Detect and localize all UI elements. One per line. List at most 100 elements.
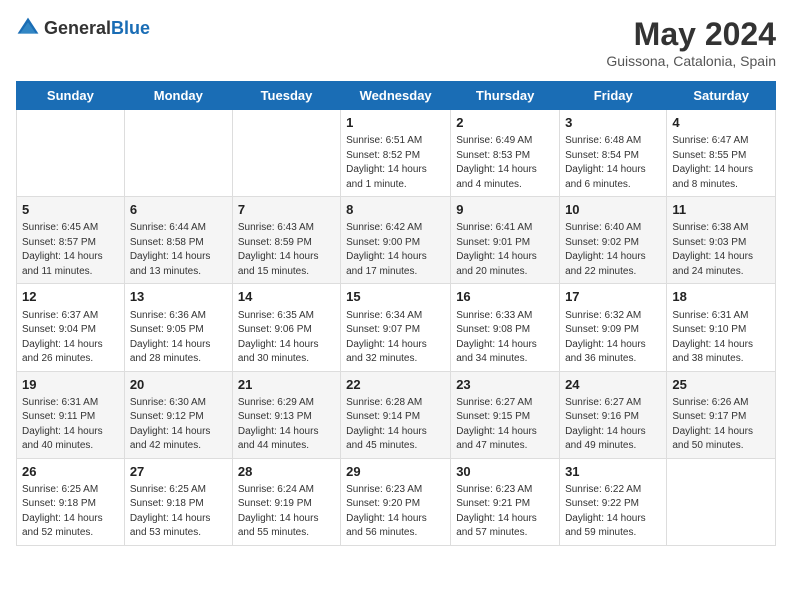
day-info: Sunrise: 6:23 AM Sunset: 9:20 PM Dayligh…	[346, 483, 445, 541]
calendar-week-row: 1 Sunrise: 6:51 AM Sunset: 8:52 PM Daylig…	[17, 110, 776, 197]
day-number: 13	[130, 288, 227, 306]
location-subtitle: Guissona, Catalonia, Spain	[606, 53, 776, 69]
calendar-cell: 24 Sunrise: 6:27 AM Sunset: 9:16 PM Dayli…	[560, 371, 667, 458]
calendar-cell: 21Sunrise: 6:29 AM Sunset: 9:13 PM Dayli…	[232, 371, 340, 458]
title-block: May 2024 Guissona, Catalonia, Spain	[606, 16, 776, 69]
page-header: GeneralBlue May 2024 Guissona, Catalonia…	[16, 16, 776, 69]
day-number: 30	[456, 463, 554, 481]
day-number: 29	[346, 463, 445, 481]
day-info: Sunrise: 6:35 AM Sunset: 9:06 PM Dayligh…	[238, 309, 335, 367]
calendar-cell: 17 Sunrise: 6:32 AM Sunset: 9:09 PM Dayli…	[560, 284, 667, 371]
day-info: Sunrise: 6:49 AM Sunset: 8:53 PM Dayligh…	[456, 134, 554, 192]
day-info: Sunrise: 6:51 AM Sunset: 8:52 PM Dayligh…	[346, 134, 445, 192]
day-number: 25	[672, 376, 770, 394]
calendar-cell: 23 Sunrise: 6:27 AM Sunset: 9:15 PM Dayli…	[451, 371, 560, 458]
day-number: 17	[565, 288, 661, 306]
calendar-cell: 2 Sunrise: 6:49 AM Sunset: 8:53 PM Daylig…	[451, 110, 560, 197]
day-number: 19	[22, 376, 119, 394]
day-info: Sunrise: 6:26 AM Sunset: 9:17 PM Dayligh…	[672, 396, 770, 454]
day-number: 8	[346, 201, 445, 219]
day-info: Sunrise: 6:42 AM Sunset: 9:00 PM Dayligh…	[346, 221, 445, 279]
day-number: 31	[565, 463, 661, 481]
day-info: Sunrise: 6:44 AM Sunset: 8:58 PM Dayligh…	[130, 221, 227, 279]
day-number: 15	[346, 288, 445, 306]
calendar-cell: 13Sunrise: 6:36 AM Sunset: 9:05 PM Dayli…	[124, 284, 232, 371]
day-number: 24	[565, 376, 661, 394]
day-info: Sunrise: 6:48 AM Sunset: 8:54 PM Dayligh…	[565, 134, 661, 192]
day-number: 11	[672, 201, 770, 219]
calendar-cell: 4 Sunrise: 6:47 AM Sunset: 8:55 PM Daylig…	[667, 110, 776, 197]
calendar-week-row: 19 Sunrise: 6:31 AM Sunset: 9:11 PM Dayli…	[17, 371, 776, 458]
calendar-cell: 8 Sunrise: 6:42 AM Sunset: 9:00 PM Daylig…	[341, 197, 451, 284]
logo: GeneralBlue	[16, 16, 150, 40]
calendar-cell: 18 Sunrise: 6:31 AM Sunset: 9:10 PM Dayli…	[667, 284, 776, 371]
calendar-cell: 12Sunrise: 6:37 AM Sunset: 9:04 PM Dayli…	[17, 284, 125, 371]
calendar-cell: 31 Sunrise: 6:22 AM Sunset: 9:22 PM Dayli…	[560, 458, 667, 545]
calendar-cell	[667, 458, 776, 545]
month-year-title: May 2024	[606, 16, 776, 53]
day-number: 9	[456, 201, 554, 219]
day-of-week-header: Monday	[124, 82, 232, 110]
calendar-cell: 30 Sunrise: 6:23 AM Sunset: 9:21 PM Dayli…	[451, 458, 560, 545]
day-info: Sunrise: 6:47 AM Sunset: 8:55 PM Dayligh…	[672, 134, 770, 192]
day-info: Sunrise: 6:31 AM Sunset: 9:10 PM Dayligh…	[672, 309, 770, 367]
calendar-week-row: 12Sunrise: 6:37 AM Sunset: 9:04 PM Dayli…	[17, 284, 776, 371]
day-info: Sunrise: 6:34 AM Sunset: 9:07 PM Dayligh…	[346, 309, 445, 367]
calendar-cell: 28 Sunrise: 6:24 AM Sunset: 9:19 PM Dayli…	[232, 458, 340, 545]
calendar-cell: 9Sunrise: 6:41 AM Sunset: 9:01 PM Daylig…	[451, 197, 560, 284]
day-number: 18	[672, 288, 770, 306]
day-number: 16	[456, 288, 554, 306]
day-of-week-header: Sunday	[17, 82, 125, 110]
day-info: Sunrise: 6:45 AM Sunset: 8:57 PM Dayligh…	[22, 221, 119, 279]
calendar-cell: 6 Sunrise: 6:44 AM Sunset: 8:58 PM Daylig…	[124, 197, 232, 284]
day-of-week-header: Friday	[560, 82, 667, 110]
calendar-cell: 14 Sunrise: 6:35 AM Sunset: 9:06 PM Dayli…	[232, 284, 340, 371]
day-of-week-header: Saturday	[667, 82, 776, 110]
calendar-cell: 11 Sunrise: 6:38 AM Sunset: 9:03 PM Dayli…	[667, 197, 776, 284]
calendar-cell: 3 Sunrise: 6:48 AM Sunset: 8:54 PM Daylig…	[560, 110, 667, 197]
calendar-cell: 25 Sunrise: 6:26 AM Sunset: 9:17 PM Dayli…	[667, 371, 776, 458]
day-number: 2	[456, 114, 554, 132]
calendar-cell	[124, 110, 232, 197]
day-info: Sunrise: 6:30 AM Sunset: 9:12 PM Dayligh…	[130, 396, 227, 454]
calendar-cell: 19 Sunrise: 6:31 AM Sunset: 9:11 PM Dayli…	[17, 371, 125, 458]
day-number: 4	[672, 114, 770, 132]
calendar-cell: 7 Sunrise: 6:43 AM Sunset: 8:59 PM Daylig…	[232, 197, 340, 284]
day-info: Sunrise: 6:22 AM Sunset: 9:22 PM Dayligh…	[565, 483, 661, 541]
calendar-cell: 26Sunrise: 6:25 AM Sunset: 9:18 PM Dayli…	[17, 458, 125, 545]
day-info: Sunrise: 6:24 AM Sunset: 9:19 PM Dayligh…	[238, 483, 335, 541]
calendar-cell: 27Sunrise: 6:25 AM Sunset: 9:18 PM Dayli…	[124, 458, 232, 545]
calendar-week-row: 5 Sunrise: 6:45 AM Sunset: 8:57 PM Daylig…	[17, 197, 776, 284]
day-number: 21	[238, 376, 335, 394]
day-number: 7	[238, 201, 335, 219]
day-info: Sunrise: 6:43 AM Sunset: 8:59 PM Dayligh…	[238, 221, 335, 279]
calendar-cell: 22Sunrise: 6:28 AM Sunset: 9:14 PM Dayli…	[341, 371, 451, 458]
calendar-cell: 10Sunrise: 6:40 AM Sunset: 9:02 PM Dayli…	[560, 197, 667, 284]
calendar-cell	[232, 110, 340, 197]
logo-text-blue: Blue	[111, 18, 150, 38]
day-of-week-header: Tuesday	[232, 82, 340, 110]
day-number: 3	[565, 114, 661, 132]
calendar-week-row: 26Sunrise: 6:25 AM Sunset: 9:18 PM Dayli…	[17, 458, 776, 545]
day-info: Sunrise: 6:38 AM Sunset: 9:03 PM Dayligh…	[672, 221, 770, 279]
day-info: Sunrise: 6:25 AM Sunset: 9:18 PM Dayligh…	[130, 483, 227, 541]
calendar-cell	[17, 110, 125, 197]
logo-icon	[16, 16, 40, 40]
day-number: 28	[238, 463, 335, 481]
day-number: 1	[346, 114, 445, 132]
calendar-cell: 20Sunrise: 6:30 AM Sunset: 9:12 PM Dayli…	[124, 371, 232, 458]
day-number: 5	[22, 201, 119, 219]
day-number: 23	[456, 376, 554, 394]
day-info: Sunrise: 6:33 AM Sunset: 9:08 PM Dayligh…	[456, 309, 554, 367]
day-info: Sunrise: 6:31 AM Sunset: 9:11 PM Dayligh…	[22, 396, 119, 454]
day-number: 14	[238, 288, 335, 306]
calendar-cell: 5 Sunrise: 6:45 AM Sunset: 8:57 PM Daylig…	[17, 197, 125, 284]
day-info: Sunrise: 6:25 AM Sunset: 9:18 PM Dayligh…	[22, 483, 119, 541]
day-number: 6	[130, 201, 227, 219]
day-info: Sunrise: 6:23 AM Sunset: 9:21 PM Dayligh…	[456, 483, 554, 541]
day-info: Sunrise: 6:27 AM Sunset: 9:15 PM Dayligh…	[456, 396, 554, 454]
day-info: Sunrise: 6:40 AM Sunset: 9:02 PM Dayligh…	[565, 221, 661, 279]
calendar-cell: 16 Sunrise: 6:33 AM Sunset: 9:08 PM Dayli…	[451, 284, 560, 371]
day-info: Sunrise: 6:27 AM Sunset: 9:16 PM Dayligh…	[565, 396, 661, 454]
day-info: Sunrise: 6:32 AM Sunset: 9:09 PM Dayligh…	[565, 309, 661, 367]
